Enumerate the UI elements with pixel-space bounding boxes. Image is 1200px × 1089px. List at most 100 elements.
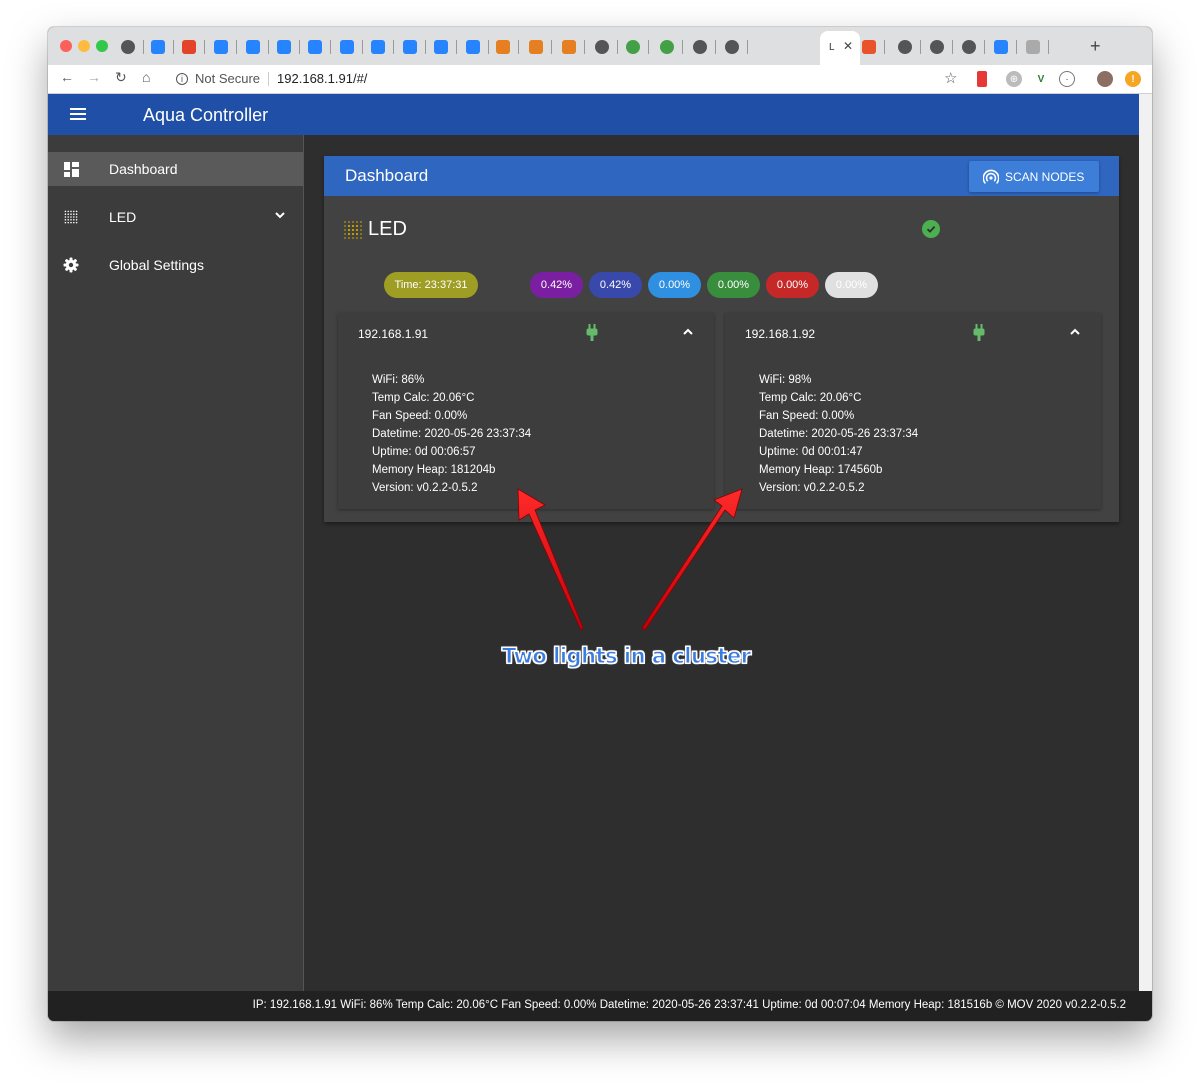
- avatar[interactable]: [1097, 71, 1113, 87]
- node-ip: 192.168.1.92: [745, 327, 816, 341]
- home-icon[interactable]: ⌂: [142, 69, 150, 85]
- jira-icon: [277, 40, 291, 54]
- browser-tab[interactable]: [182, 37, 205, 57]
- browser-tab[interactable]: [121, 37, 144, 57]
- browser-window: L ✕ + ← → ↻ ⌂ i Not Secure 192.168.1.91/…: [48, 27, 1152, 1021]
- minimize-window-button[interactable]: [78, 40, 90, 52]
- zoom-window-button[interactable]: [96, 40, 108, 52]
- node-detail-line: Fan Speed: 0.00%: [372, 410, 468, 422]
- back-icon[interactable]: ←: [60, 69, 74, 85]
- jira-icon: [434, 40, 448, 54]
- scan-nodes-button[interactable]: SCAN NODES: [969, 161, 1099, 192]
- bookmark-star-icon[interactable]: ☆: [944, 69, 957, 87]
- browser-tab[interactable]: [595, 37, 618, 57]
- browser-tab[interactable]: [434, 37, 457, 57]
- forward-icon[interactable]: →: [87, 69, 101, 85]
- reload-icon[interactable]: ↻: [115, 69, 127, 86]
- globe-icon: [121, 40, 135, 54]
- dashboard-card: Dashboard SCAN NODES LED Time: 23:37:31 …: [324, 156, 1119, 522]
- close-window-button[interactable]: [60, 40, 72, 52]
- browser-tab[interactable]: [308, 37, 331, 57]
- jira-icon: [340, 40, 354, 54]
- tab-active[interactable]: L ✕: [820, 31, 860, 65]
- jira-icon: [308, 40, 322, 54]
- drawer-item-led[interactable]: LED: [48, 200, 303, 234]
- globe-icon: [725, 40, 739, 54]
- browser-tab[interactable]: [151, 37, 174, 57]
- box-icon: [496, 40, 510, 54]
- node-detail-line: Fan Speed: 0.00%: [759, 410, 855, 422]
- browser-tab[interactable]: [403, 37, 426, 57]
- browser-tab[interactable]: [466, 37, 489, 57]
- node-card: 192.168.1.92 WiFi: 98% Temp Calc: 20.06°C…: [725, 313, 1101, 509]
- gear-icon: [63, 257, 79, 273]
- browser-tab[interactable]: [862, 37, 885, 57]
- channel-chip: 0.42%: [530, 272, 583, 298]
- node-detail-line: Datetime: 2020-05-26 23:37:34: [759, 428, 919, 440]
- drawer-item-dashboard[interactable]: Dashboard: [48, 152, 303, 186]
- bitbucket-icon: [151, 40, 165, 54]
- scrollbar-track[interactable]: [1139, 94, 1152, 1021]
- box-icon: [529, 40, 543, 54]
- browser-tab[interactable]: [693, 37, 716, 57]
- plug-icon: [973, 324, 985, 347]
- node-card: 192.168.1.91 WiFi: 86% Temp Calc: 20.06°C…: [338, 313, 714, 509]
- browser-tab[interactable]: [277, 37, 300, 57]
- green-globe-icon: [626, 40, 640, 54]
- extension-gray-icon[interactable]: ⊕: [1006, 71, 1022, 87]
- jira-icon: [994, 40, 1008, 54]
- globe-icon: [595, 40, 609, 54]
- new-tab-button[interactable]: +: [1090, 36, 1101, 57]
- browser-tab[interactable]: [562, 37, 585, 57]
- browser-tab[interactable]: [371, 37, 394, 57]
- node-detail-line: WiFi: 98%: [759, 374, 812, 386]
- jira-icon: [371, 40, 385, 54]
- vue-devtools-icon[interactable]: V: [1033, 71, 1049, 87]
- close-tab-icon[interactable]: ✕: [843, 39, 853, 53]
- browser-tab[interactable]: [930, 37, 953, 57]
- browser-toolbar: ← → ↻ ⌂ i Not Secure 192.168.1.91/#/ ☆ ⊕…: [48, 65, 1152, 94]
- app-bar: Aqua Controller: [48, 94, 1139, 135]
- menu-icon[interactable]: [70, 108, 86, 120]
- extension-bookmark-icon[interactable]: [977, 71, 987, 87]
- drawer-item-label: LED: [109, 209, 137, 225]
- node-detail-line: Temp Calc: 20.06°C: [372, 392, 475, 404]
- app-icon: [862, 40, 876, 54]
- browser-tab[interactable]: [626, 37, 649, 57]
- info-icon[interactable]: i: [176, 72, 188, 85]
- update-alert-icon[interactable]: !: [1125, 71, 1141, 87]
- app-title: Aqua Controller: [143, 105, 269, 125]
- node-details: WiFi: 86% Temp Calc: 20.06°C Fan Speed: 0.…: [372, 371, 531, 497]
- node-detail-line: Uptime: 0d 00:01:47: [759, 446, 863, 458]
- chevron-up-icon[interactable]: [681, 325, 695, 344]
- browser-tab[interactable]: [496, 37, 519, 57]
- led-group-icon: [343, 220, 363, 240]
- page-title: Dashboard: [345, 166, 429, 185]
- browser-tab[interactable]: [529, 37, 552, 57]
- node-detail-line: Datetime: 2020-05-26 23:37:34: [372, 428, 532, 440]
- browser-tab[interactable]: [962, 37, 985, 57]
- browser-tab[interactable]: [1026, 37, 1049, 57]
- globe-icon: [693, 40, 707, 54]
- node-ip: 192.168.1.91: [358, 327, 429, 341]
- chevron-down-icon[interactable]: [273, 208, 287, 225]
- drawer-item-global-settings[interactable]: Global Settings: [48, 248, 303, 282]
- extension-outline-icon[interactable]: ·: [1059, 71, 1075, 87]
- browser-tab[interactable]: [994, 37, 1017, 57]
- browser-tab[interactable]: [898, 37, 921, 57]
- dashboard-icon: [63, 161, 79, 177]
- browser-tab[interactable]: [340, 37, 363, 57]
- chevron-up-icon[interactable]: [1068, 325, 1082, 344]
- browser-tab[interactable]: [725, 37, 748, 57]
- browser-tab[interactable]: [660, 37, 683, 57]
- globe-icon: [930, 40, 944, 54]
- browser-tab[interactable]: [246, 37, 269, 57]
- browser-tab[interactable]: [214, 37, 237, 57]
- node-details: WiFi: 98% Temp Calc: 20.06°C Fan Speed: 0.…: [759, 371, 918, 497]
- drawer-item-label: Global Settings: [109, 257, 204, 273]
- address-bar[interactable]: i Not Secure 192.168.1.91/#/: [176, 71, 367, 86]
- node-detail-line: Version: v0.2.2-0.5.2: [372, 482, 478, 494]
- channel-chip: 0.00%: [825, 272, 878, 298]
- globe-icon: [962, 40, 976, 54]
- tab-strip: L ✕ +: [48, 27, 1152, 65]
